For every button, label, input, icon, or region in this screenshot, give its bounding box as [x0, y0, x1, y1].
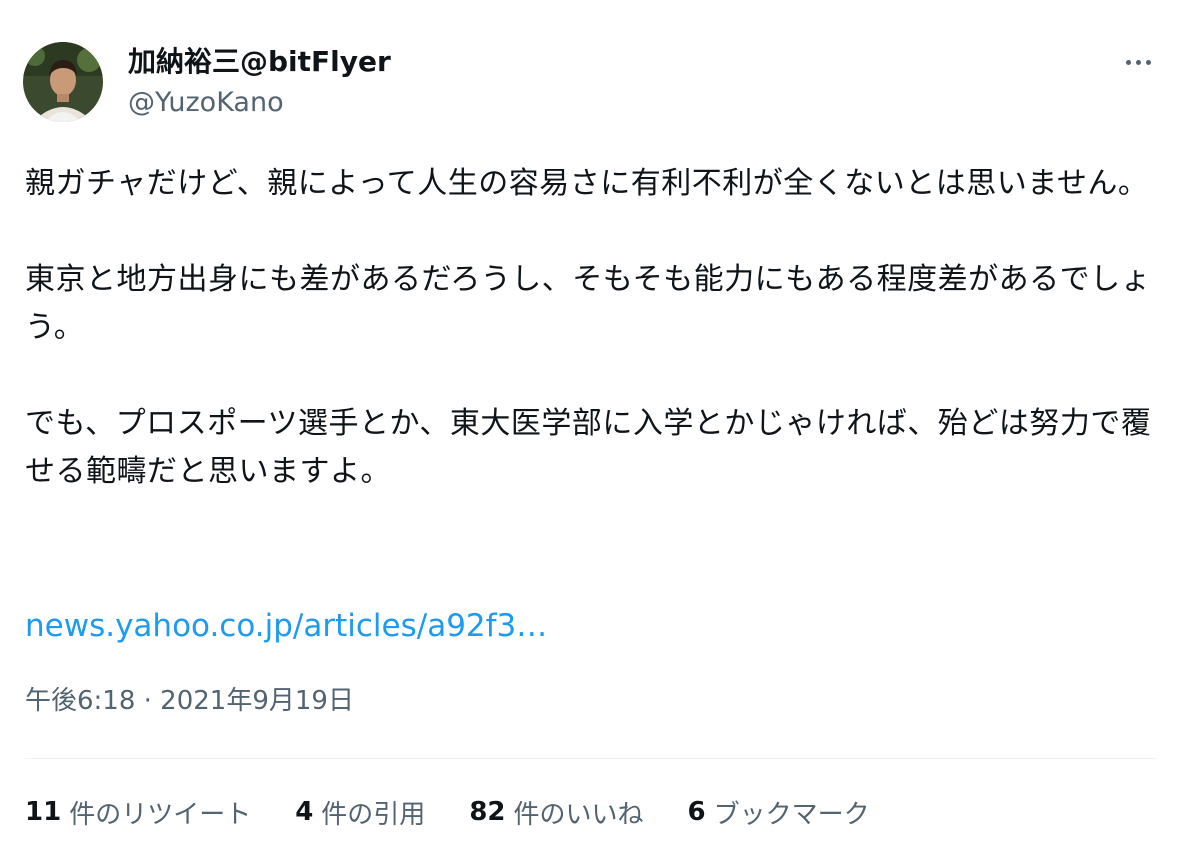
author-handle[interactable]: @YuzoKano [128, 86, 284, 120]
likes-count: 82 [469, 797, 506, 827]
article-link[interactable]: news.yahoo.co.jp/articles/a92f3… [25, 602, 547, 650]
bookmarks-label: ブックマーク [713, 799, 870, 830]
more-options-icon[interactable] [1116, 52, 1160, 72]
retweets-count: 11 [25, 797, 62, 827]
divider [25, 758, 1157, 759]
tweet-paragraph: 親ガチャだけど、親によって人生の容易さに有利不利が全くないとは思いません。 [25, 166, 1149, 201]
retweets-stat[interactable]: 11 件のリツイート [25, 794, 251, 831]
dot-icon [1135, 59, 1141, 65]
engagement-stats: 11 件のリツイート 4 件の引用 82 件のいいね 6 ブックマーク [25, 792, 914, 832]
tweet-card: 加納裕三@bitFlyer @YuzoKano 親ガチャだけど、親によって人生の… [0, 0, 1188, 860]
user-avatar-photo-icon [23, 42, 103, 122]
bookmarks-stat[interactable]: 6 ブックマーク [688, 794, 870, 831]
tweet-text: 親ガチャだけど、親によって人生の容易さに有利不利が全くないとは思いません。 東京… [25, 160, 1160, 544]
tweet-timestamp[interactable]: 午後6:18 · 2021年9月19日 [25, 683, 354, 719]
likes-stat[interactable]: 82 件のいいね [469, 794, 643, 831]
dot-icon [1125, 59, 1131, 65]
dot-icon [1145, 59, 1151, 65]
quotes-count: 4 [295, 797, 314, 827]
likes-label: 件のいいね [513, 799, 644, 830]
author-display-name[interactable]: 加納裕三@bitFlyer [128, 44, 391, 80]
tweet-paragraph: でも、プロスポーツ選手とか、東大医学部に入学とかじゃければ、殆どは努力で覆せる範… [25, 406, 1152, 489]
tweet-paragraph: 東京と地方出身にも差があるだろうし、そもそも能力にもある程度差があるでしょう。 [25, 262, 1152, 345]
retweets-label: 件のリツイート [69, 799, 252, 830]
quotes-stat[interactable]: 4 件の引用 [295, 794, 425, 831]
avatar[interactable] [23, 42, 103, 122]
quotes-label: 件の引用 [321, 799, 426, 830]
bookmarks-count: 6 [687, 797, 706, 827]
